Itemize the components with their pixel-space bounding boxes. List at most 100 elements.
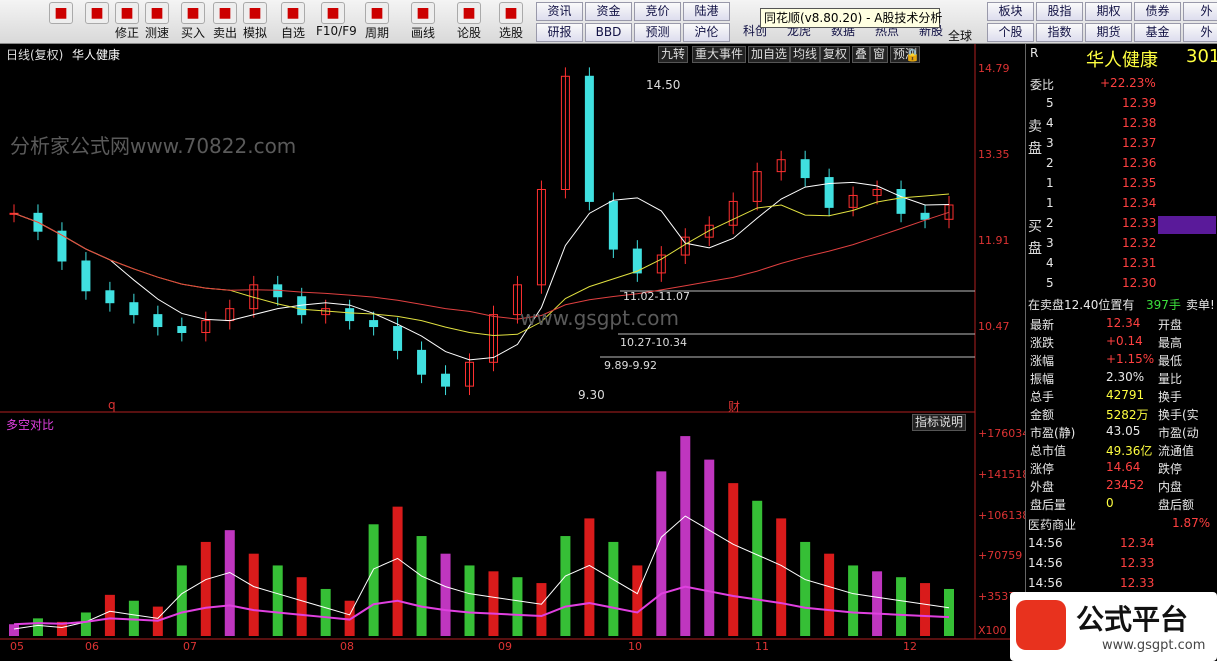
star-button[interactable]: ■ 自选 — [276, 2, 310, 42]
indicator-bar — [224, 530, 235, 636]
market-button[interactable]: 期货 — [1085, 23, 1132, 42]
chart-header-button[interactable]: 窗 — [870, 46, 889, 63]
bid-price: 12.32 — [1122, 236, 1157, 250]
indicator-bar — [608, 541, 619, 636]
toolbar-button-label: F10/F9 — [316, 24, 357, 38]
bid-price: 12.30 — [1122, 276, 1157, 290]
market-button[interactable]: 债券 — [1134, 2, 1181, 21]
panel-cell: 4 — [1046, 256, 1054, 270]
chart-header-button[interactable]: 重大事件 — [692, 46, 747, 63]
panel-row: 总市值 49.36亿 流通值 — [1026, 440, 1217, 460]
panel-cell: 最新 — [1030, 318, 1055, 332]
chart-area[interactable]: 日线(复权) 华人健康 九转 重大事件 加自选 均线 复权叠窗预测 🔒 多空对比 指标说… — [0, 44, 1029, 661]
stat-value: 5282万 — [1106, 408, 1149, 422]
indicator-bar — [128, 600, 139, 636]
chart-header-button[interactable]: 叠 — [852, 46, 871, 63]
chart-stock-name: 华人健康 — [72, 48, 121, 62]
toolbar-button-label: 论股 — [456, 26, 481, 40]
panel-row: 14:56 12.33 — [1026, 574, 1217, 594]
stat-value: 14.64 — [1106, 460, 1141, 474]
panel-row: 1 12.35 — [1026, 174, 1217, 194]
quick-button[interactable]: BBD — [585, 23, 632, 42]
date-tick: 11 — [755, 640, 769, 653]
indicator-bar — [560, 536, 571, 636]
panel-row: 1 12.34 — [1026, 194, 1217, 214]
quick-button[interactable]: 资金 — [585, 2, 632, 21]
quick-button[interactable]: 预测 — [634, 23, 681, 42]
market-button[interactable]: 指数 — [1036, 23, 1083, 42]
indicator-bar — [512, 577, 523, 636]
ask-price: 12.39 — [1122, 96, 1157, 110]
ind-tick: +141518 — [978, 468, 1030, 481]
watermark: www.gsgpt.com — [520, 306, 680, 330]
f10-button[interactable]: ■ F10/F9 — [316, 2, 357, 42]
quick-button[interactable]: 研报 — [536, 23, 583, 42]
pen-icon: ■ — [411, 2, 435, 24]
panel-cell: 4 — [1046, 116, 1054, 130]
panel-cell: 5 — [1046, 96, 1054, 110]
discuss-icon: ■ — [457, 2, 481, 24]
quote-panel: R 华人健康 301 委比 +22.23% 5 12.39 4 12.38 3 12.37 2 12.3… — [1025, 44, 1217, 661]
panel-cell: 流通值 — [1158, 444, 1195, 458]
market-button[interactable]: 外 — [1183, 2, 1217, 21]
candle-body — [345, 308, 355, 322]
date-tick: 07 — [183, 640, 197, 653]
panel-cell: 盘后量 — [1030, 498, 1067, 512]
chart-header-button[interactable]: 复权 — [820, 46, 851, 63]
chart-header-button[interactable]: 均线 — [790, 46, 821, 63]
buy-button[interactable]: ■ 买入 — [176, 2, 210, 42]
select-icon: ■ — [499, 2, 523, 24]
candle-body — [177, 326, 187, 333]
chart-header-button[interactable]: 加自选 — [748, 46, 791, 63]
panel-cell: 外盘 — [1030, 480, 1055, 494]
panel-cell: 397手 — [1146, 298, 1181, 312]
back-arrow-button[interactable]: ■ — [44, 2, 78, 42]
indicator-bar — [272, 565, 283, 636]
stat-value: 49.36亿 — [1106, 444, 1153, 458]
indicator-bar — [920, 583, 931, 636]
event-mark[interactable]: q — [108, 398, 116, 412]
quick-button[interactable]: 沪伦 — [683, 23, 730, 42]
discuss-button[interactable]: ■ 论股 — [452, 2, 486, 42]
clock-button[interactable]: ■ 测速 — [140, 2, 174, 42]
quick-button[interactable]: 陆港 — [683, 2, 730, 21]
candle-body — [441, 373, 451, 387]
period-button[interactable]: ■ 周期 — [360, 2, 394, 42]
market-button[interactable]: 股指 — [1036, 2, 1083, 21]
market-button[interactable]: 个股 — [987, 23, 1034, 42]
up-down-button[interactable]: ■ — [80, 2, 114, 42]
panel-row: 3 12.32 — [1026, 234, 1217, 254]
toolbar-button-label: 测速 — [144, 26, 169, 40]
market-button[interactable]: 板块 — [987, 2, 1034, 21]
select-button[interactable]: ■ 选股 — [494, 2, 528, 42]
market-button[interactable]: 基金 — [1134, 23, 1181, 42]
indicator-bar — [176, 565, 187, 636]
stat-value: 0 — [1106, 496, 1114, 510]
indicator-help-button[interactable]: 指标说明 — [912, 414, 967, 431]
bid-price: 12.33 — [1122, 216, 1157, 230]
panel-cell: 换手(实 — [1158, 408, 1199, 422]
pen-button[interactable]: ■ 画线 — [406, 2, 440, 42]
sell-button[interactable]: ■ 卖出 — [208, 2, 242, 42]
panel-row: 外盘 23452 内盘 — [1026, 476, 1217, 496]
market-button[interactable]: 外 — [1183, 23, 1217, 42]
panel-row: 涨幅 +1.15% 最低 — [1026, 350, 1217, 370]
indicator-bar — [488, 571, 499, 636]
fix-button[interactable]: ■ 修正 — [110, 2, 144, 42]
panel-row: 金额 5282万 换手(实 — [1026, 404, 1217, 424]
globe-button[interactable]: 全球 — [948, 27, 972, 44]
quick-button[interactable]: 竞价 — [634, 2, 681, 21]
market-button[interactable]: 期权 — [1085, 2, 1132, 21]
indicator-title[interactable]: 多空对比 — [6, 416, 54, 433]
hammer-button[interactable]: ■ 模拟 — [238, 2, 272, 42]
star-icon: ■ — [281, 2, 305, 24]
finance-mark[interactable]: 财 — [728, 398, 740, 415]
quick-button[interactable]: 资讯 — [536, 2, 583, 21]
chart-header-button[interactable]: 九转 — [658, 46, 689, 63]
candle-body — [608, 200, 618, 250]
indicator-bar — [416, 536, 427, 636]
lock-icon[interactable]: 🔒 — [905, 48, 920, 62]
period-icon: ■ — [365, 2, 389, 24]
candle-body — [896, 188, 906, 214]
ind-tick: +70759 — [978, 549, 1023, 562]
